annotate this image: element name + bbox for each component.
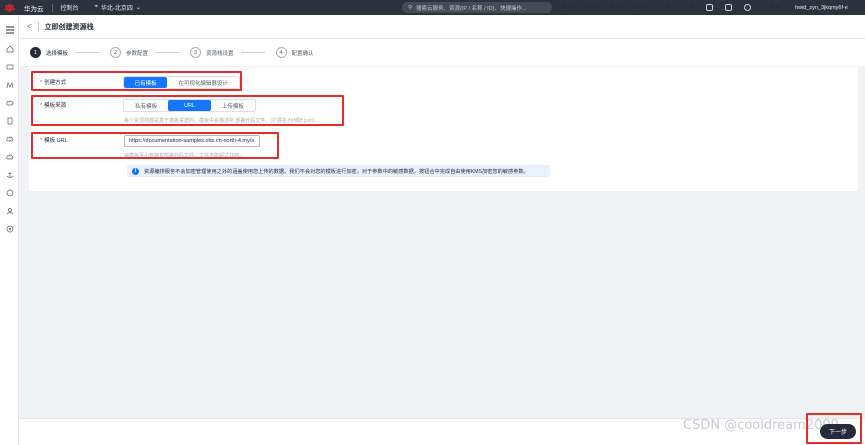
info-banner: i 资源编排服务不会加密管理使用之外的涵盖使用您上传的数据。我们不会对您的模板进… <box>127 165 550 177</box>
step-label: 资源栈设置 <box>206 50 234 57</box>
chevron-down-icon: ⌄ <box>135 5 141 11</box>
step-confirm: 4 配置确认 <box>275 47 314 58</box>
terminal-icon[interactable] <box>706 4 714 11</box>
step-number: 2 <box>110 47 122 58</box>
step-connector <box>240 52 265 53</box>
highlight-create-mode <box>31 71 242 91</box>
globe-icon: ⊕ <box>763 6 769 12</box>
brand-name[interactable]: 华为云 <box>24 3 44 13</box>
monitor-icon[interactable] <box>5 188 14 197</box>
language-label: 简体 <box>769 6 782 12</box>
document-icon[interactable] <box>5 116 14 125</box>
nav-beian[interactable]: 备案 <box>562 3 574 12</box>
cloud-service-icon[interactable] <box>5 152 14 161</box>
message-icon[interactable] <box>725 4 733 11</box>
step-select-template: 1 选择模板 <box>30 47 68 58</box>
step-number: 1 <box>30 47 41 58</box>
divider <box>51 3 53 12</box>
home-icon[interactable] <box>5 44 14 53</box>
cloud-server-icon[interactable] <box>5 62 14 71</box>
people-icon[interactable] <box>5 206 14 215</box>
anchor-icon[interactable] <box>5 170 14 179</box>
region-selector[interactable]: ⌖ 华北-北京四 ⌄ <box>95 3 141 12</box>
step-parameters: 2 参数配置 <box>110 47 148 58</box>
storage-cloud-icon[interactable] <box>5 134 14 143</box>
search-placeholder: 搜索云服务、资源(IP / 名称 / ID)、快捷操作... <box>416 5 527 12</box>
step-label: 选择模板 <box>46 50 69 57</box>
nav-enterprise[interactable]: 企业 <box>634 3 646 12</box>
back-icon[interactable]: < <box>27 22 32 31</box>
service-sidebar <box>0 15 19 445</box>
highlight-template-url <box>31 132 279 159</box>
network-icon[interactable] <box>5 80 14 89</box>
user-account-menu[interactable]: hwid_zyn_3jkqmy6f-e <box>795 0 848 15</box>
highlight-template-source <box>31 95 344 126</box>
search-icon: ⚲ <box>408 4 413 11</box>
step-label: 参数配置 <box>126 50 149 57</box>
global-search-input[interactable]: ⚲ 搜索云服务、资源(IP / 名称 / ID)、快捷操作... <box>402 2 552 13</box>
page-header: < 立即创建资源栈 <box>19 15 865 39</box>
nav-tools[interactable]: 工具 <box>682 3 694 12</box>
location-icon: ⌖ <box>94 4 98 10</box>
region-label: 华北-北京四 <box>100 6 133 12</box>
info-text: 资源编排服务不会加密管理使用之外的涵盖使用您上传的数据。我们不会对您的模板进行加… <box>144 168 529 175</box>
step-number: 3 <box>190 47 202 58</box>
step-connector <box>155 52 180 53</box>
step-label: 配置确认 <box>291 50 314 57</box>
nav-resources[interactable]: 资源 <box>586 3 598 12</box>
settings-icon[interactable] <box>5 224 14 233</box>
highlight-next-button <box>806 413 862 444</box>
nav-tickets[interactable]: 工单 <box>658 3 670 12</box>
nav-billing[interactable]: 费用 <box>610 3 622 12</box>
huawei-logo-icon[interactable] <box>0 0 18 15</box>
step-stack-settings: 3 资源栈设置 <box>190 47 234 58</box>
language-selector[interactable]: ⊕ 简体 <box>763 3 782 12</box>
cloud-icon[interactable] <box>5 98 14 107</box>
step-number: 4 <box>275 47 287 58</box>
wizard-steps: 1 选择模板 2 参数配置 3 资源栈设置 4 配置确认 <box>19 39 865 66</box>
help-icon[interactable] <box>744 4 752 11</box>
divider <box>37 22 39 31</box>
menu-icon[interactable] <box>5 25 14 34</box>
step-connector <box>75 52 100 53</box>
info-icon: i <box>132 167 139 175</box>
top-nav-links: 备案 资源 费用 企业 工单 工具 ⊕ 简体 <box>562 0 782 15</box>
console-link[interactable]: 控制台 <box>61 3 79 12</box>
page-title: 立即创建资源栈 <box>44 23 94 31</box>
username: hwid_zyn_3jkqmy6f-e <box>795 4 848 11</box>
